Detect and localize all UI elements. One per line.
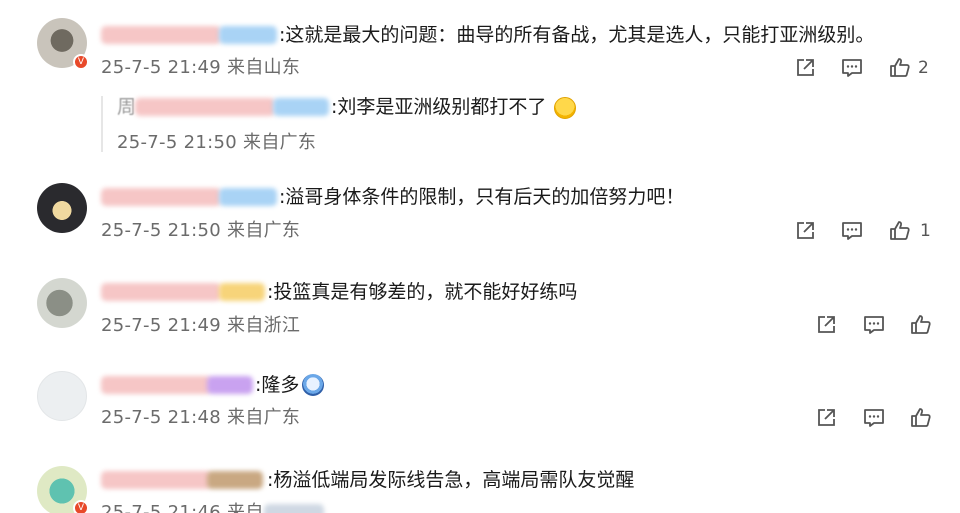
- comment-meta: 25-7-5 21:48 来自广东: [101, 407, 301, 428]
- vip-badge-icon: V: [73, 54, 89, 70]
- comment-text: :隆多: [255, 374, 300, 396]
- comment-button[interactable]: [840, 219, 864, 243]
- username-blurred[interactable]: [101, 471, 211, 489]
- share-button[interactable]: [793, 56, 817, 80]
- comment-text: :这就是最大的问题：曲导的所有备战，尤其是选人，只能打亚洲级别。: [279, 24, 875, 46]
- username-blurred[interactable]: [101, 283, 221, 301]
- comment-button[interactable]: [862, 313, 886, 337]
- like-button[interactable]: [888, 56, 912, 80]
- comment-meta: 25-7-5 21:49 来自浙江: [101, 315, 301, 336]
- vip-badge-icon: V: [73, 500, 89, 513]
- share-button[interactable]: [814, 406, 838, 430]
- comment-meta: 25-7-5 21:46 来自: [101, 502, 264, 513]
- comment-button[interactable]: [862, 406, 886, 430]
- location-blurred: [264, 504, 324, 513]
- username-blurred[interactable]: [207, 376, 253, 394]
- username-blurred[interactable]: [219, 188, 277, 206]
- comment-button[interactable]: [840, 56, 864, 80]
- like-count: 2: [918, 58, 929, 78]
- comment-icon: [864, 409, 884, 427]
- share-icon: [818, 316, 835, 333]
- username-blurred[interactable]: [101, 26, 221, 44]
- share-icon: [797, 59, 814, 76]
- comment-icon: [842, 59, 862, 77]
- share-button[interactable]: [793, 219, 817, 243]
- comment-item: V :杨溢低端局发际线告急，高端局需队友觉醒 25-7-5 21:46 来自: [0, 452, 960, 513]
- comment-item: :隆多 25-7-5 21:48 来自广东: [0, 357, 960, 452]
- share-button[interactable]: [814, 313, 838, 337]
- username-blurred[interactable]: [219, 26, 277, 44]
- comment-icon: [842, 222, 862, 240]
- crying-face-emoji-icon: [302, 374, 324, 396]
- reply-username-blurred[interactable]: [273, 98, 329, 116]
- like-button[interactable]: [888, 219, 912, 243]
- comment-meta: 25-7-5 21:50 来自广东: [101, 220, 301, 241]
- like-button[interactable]: [909, 313, 933, 337]
- thumbs-up-icon: [911, 408, 931, 427]
- avatar[interactable]: [37, 183, 87, 233]
- comment-text: :溢哥身体条件的限制，只有后天的加倍努力吧！: [279, 186, 685, 208]
- share-icon: [818, 409, 835, 426]
- laughing-tears-emoji-icon: [554, 97, 576, 119]
- avatar[interactable]: [37, 278, 87, 328]
- username-blurred[interactable]: [101, 376, 211, 394]
- thumbs-up-icon: [911, 315, 931, 334]
- comment-item: :溢哥身体条件的限制，只有后天的加倍努力吧！ 25-7-5 21:50 来自广东…: [0, 170, 960, 262]
- reply-username-blurred[interactable]: [135, 98, 275, 116]
- username-blurred[interactable]: [101, 188, 221, 206]
- share-icon: [797, 222, 814, 239]
- thumbs-up-icon: [890, 221, 910, 240]
- like-count: 1: [920, 221, 931, 241]
- reply-text: :刘李是亚洲级别都打不了: [331, 96, 547, 118]
- comment-meta: 25-7-5 21:49 来自山东: [101, 57, 301, 78]
- comment-icon: [864, 316, 884, 334]
- thumbs-up-icon: [890, 58, 910, 77]
- username-blurred[interactable]: [219, 283, 265, 301]
- reply-meta: 25-7-5 21:50 来自广东: [117, 132, 317, 153]
- comment-item: V :这就是最大的问题：曲导的所有备战，尤其是选人，只能打亚洲级别。 25-7-…: [0, 0, 960, 170]
- username-blurred[interactable]: [207, 471, 263, 489]
- comment-text: :杨溢低端局发际线告急，高端局需队友觉醒: [267, 469, 635, 491]
- like-button[interactable]: [909, 406, 933, 430]
- comment-text: :投篮真是有够差的，就不能好好练吗: [267, 281, 578, 303]
- reply-divider: [101, 96, 103, 152]
- reply-author-initial: 周: [117, 96, 137, 118]
- comment-item: :投篮真是有够差的，就不能好好练吗 25-7-5 21:49 来自浙江: [0, 262, 960, 357]
- avatar[interactable]: [37, 371, 87, 421]
